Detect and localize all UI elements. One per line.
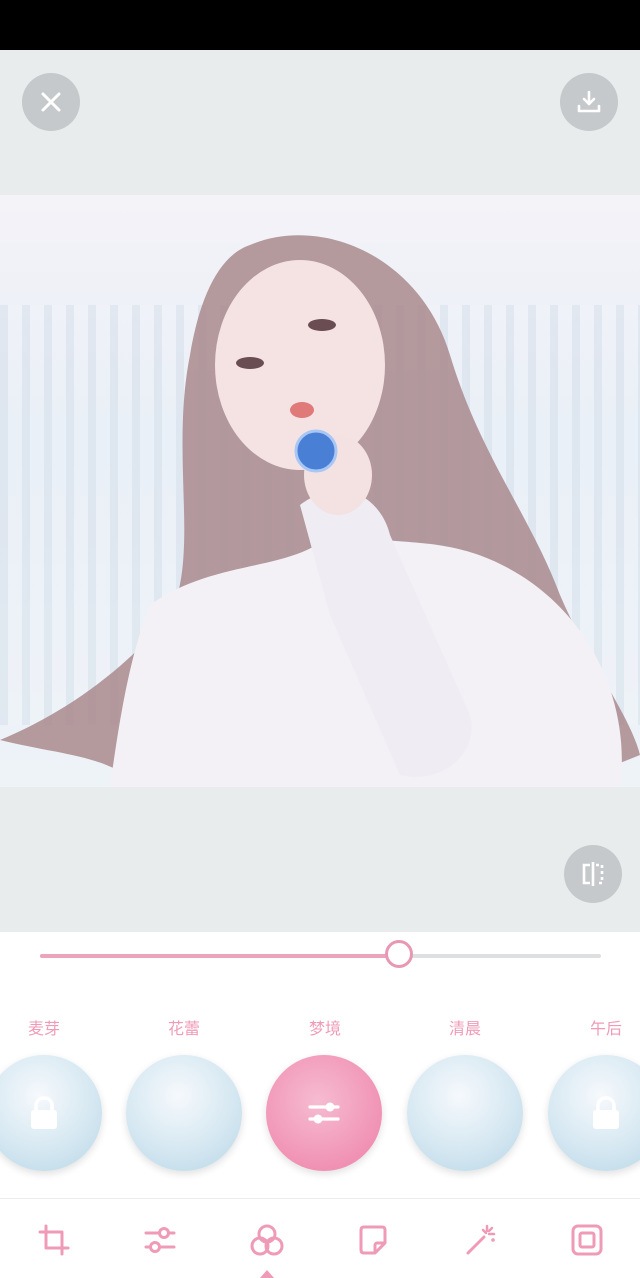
status-bar [0, 0, 640, 50]
photo-preview[interactable] [0, 195, 640, 787]
close-icon [41, 92, 61, 112]
photo-subject [0, 235, 640, 787]
frame-icon[interactable] [569, 1222, 605, 1258]
filter-label-hualei: 花蕾 [167, 1019, 200, 1038]
filter-thumb-hualei[interactable] [126, 1055, 242, 1171]
filter-label-mengjing: 梦境 [308, 1019, 341, 1038]
filter-thumb-qingchen[interactable] [407, 1055, 523, 1171]
download-button[interactable] [560, 73, 618, 131]
compare-button[interactable] [564, 845, 622, 903]
filter-icon[interactable] [249, 1222, 285, 1258]
top-bar [0, 50, 640, 195]
preview-margin [0, 787, 640, 932]
filter-label-wuhou: 午后 [589, 1019, 622, 1038]
lock-icon [31, 1096, 57, 1129]
active-tool-indicator [260, 1270, 274, 1278]
sticker-icon[interactable] [355, 1222, 391, 1258]
slider-handle[interactable] [385, 940, 414, 968]
lock-icon [593, 1096, 619, 1129]
crop-icon[interactable] [36, 1222, 72, 1258]
slider-fill [40, 954, 400, 958]
download-icon [577, 90, 601, 113]
filter-label-maiya: 麦芽 [27, 1019, 60, 1038]
adjust-icon [308, 1102, 340, 1124]
compare-icon [582, 862, 604, 886]
toolbar-divider [0, 1198, 640, 1199]
filter-label-qingchen: 清晨 [448, 1019, 481, 1038]
close-button[interactable] [22, 73, 80, 131]
adjust-tool-icon[interactable] [142, 1222, 178, 1258]
intensity-slider[interactable] [40, 954, 601, 958]
filter-thumb-mengjing[interactable] [266, 1055, 382, 1171]
magic-wand-icon[interactable] [462, 1222, 498, 1258]
